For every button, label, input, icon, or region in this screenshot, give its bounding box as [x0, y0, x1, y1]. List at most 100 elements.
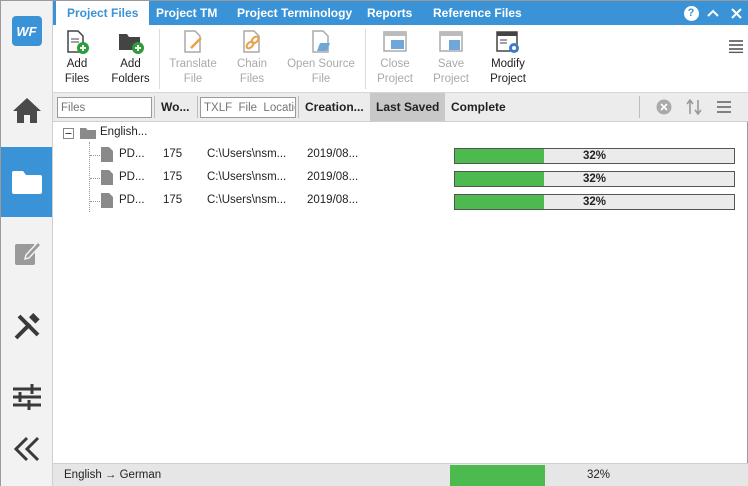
tree-connector [90, 155, 100, 156]
overall-progress-bar: 32% [450, 465, 747, 486]
close-icon [730, 7, 742, 19]
close-button[interactable] [726, 1, 746, 25]
ribbon-separator [365, 29, 366, 89]
modify-project-label-1: Modify [491, 58, 525, 70]
tab-project-terminology[interactable]: Project Terminology [226, 1, 363, 25]
project-file-tree: English... PD... 175 C:\Users\nsm... 201… [53, 122, 748, 462]
close-project-button[interactable]: Close Project [371, 27, 419, 91]
file-word-count: 175 [163, 171, 183, 183]
open-source-file-icon [312, 30, 330, 53]
collapse-ribbon-button[interactable] [703, 1, 723, 25]
ribbon-menu-button[interactable] [729, 39, 743, 56]
file-word-count: 175 [163, 194, 183, 206]
file-progress-bar: 32% [454, 194, 735, 210]
modify-project-icon [496, 31, 519, 53]
close-project-label-1: Close [380, 58, 410, 70]
folder-icon [80, 126, 96, 142]
add-file-icon [67, 30, 89, 54]
file-icon [101, 170, 113, 188]
add-folders-label-2: Folders [111, 73, 150, 85]
left-sidebar: WF [1, 1, 53, 486]
save-project-label-1: Save [437, 58, 465, 70]
file-name: PD... [119, 171, 145, 183]
progress-label: 32% [582, 173, 607, 185]
add-folders-label-1: Add [120, 58, 141, 70]
tab-reference-files[interactable]: Reference Files [422, 1, 533, 25]
tab-project-tm[interactable]: Project TM [145, 1, 228, 25]
tab-reports[interactable]: Reports [356, 1, 423, 25]
txlf-location-filter-input[interactable] [200, 97, 296, 118]
status-bar: English → German 32% [53, 463, 748, 486]
modify-project-button[interactable]: Modify Project [483, 27, 533, 91]
file-word-count: 175 [163, 148, 183, 160]
column-complete[interactable]: Complete [445, 93, 635, 121]
file-icon [101, 193, 113, 211]
file-path: C:\Users\nsm... [207, 148, 287, 160]
translate-file-label-1: Translate [169, 58, 217, 70]
help-icon: ? [683, 5, 699, 21]
column-menu-button[interactable] [717, 101, 731, 116]
modify-project-label-2: Project [490, 73, 526, 85]
chain-files-label-2: Files [239, 73, 265, 85]
double-chevron-left-icon [13, 436, 39, 462]
tree-root-row[interactable]: English... [53, 122, 748, 144]
add-folder-icon [118, 34, 144, 54]
sidebar-collapse-button[interactable] [1, 419, 52, 479]
open-source-file-button[interactable]: Open Source File [284, 27, 358, 91]
ribbon-toolbar: Add Files Add Folders Translate File Cha… [53, 25, 748, 93]
collapse-toggle[interactable] [63, 128, 74, 142]
sidebar-item-settings[interactable] [1, 367, 52, 427]
file-icon [101, 147, 113, 165]
tree-connector [90, 201, 100, 202]
open-source-file-label-2: File [311, 73, 331, 85]
sidebar-item-edit[interactable] [1, 223, 52, 283]
tree-connector [90, 178, 100, 179]
file-progress-bar: 32% [454, 148, 735, 164]
help-button[interactable]: ? [681, 1, 701, 25]
sidebar-item-projects[interactable] [1, 147, 52, 217]
sliders-icon [12, 384, 41, 410]
hamburger-icon [729, 40, 743, 54]
chevron-up-icon [707, 9, 719, 17]
home-icon [12, 98, 41, 123]
save-project-button[interactable]: Save Project [427, 27, 475, 91]
translate-file-button[interactable]: Translate File [165, 27, 221, 91]
sort-icon [686, 98, 702, 116]
file-path: C:\Users\nsm... [207, 171, 287, 183]
chain-files-button[interactable]: Chain Files [229, 27, 275, 91]
column-creation[interactable]: Creation... [299, 93, 369, 121]
file-row[interactable]: PD... 175 C:\Users\nsm... 2019/08... 32% [53, 190, 748, 212]
ribbon-separator [159, 29, 160, 89]
sidebar-item-home[interactable] [1, 80, 52, 140]
tab-project-files[interactable]: Project Files [56, 1, 150, 25]
file-name: PD... [119, 194, 145, 206]
add-files-button[interactable]: Add Files [57, 27, 97, 91]
language-folder-label: English... [100, 126, 148, 138]
sort-button[interactable] [686, 98, 702, 118]
progress-label: 32% [582, 150, 607, 162]
save-project-label-2: Project [433, 73, 469, 85]
file-creation-date: 2019/08... [307, 194, 359, 206]
progress-label: 32% [582, 196, 607, 208]
sidebar-item-tools[interactable] [1, 297, 52, 357]
save-project-icon [439, 31, 463, 52]
file-path: C:\Users\nsm... [207, 194, 287, 206]
file-creation-date: 2019/08... [307, 171, 359, 183]
column-last-saved[interactable]: Last Saved [370, 93, 445, 121]
translate-file-icon [184, 30, 202, 53]
file-creation-date: 2019/08... [307, 148, 359, 160]
add-folders-button[interactable]: Add Folders [108, 27, 153, 91]
column-separator [639, 96, 640, 118]
close-project-icon [383, 31, 407, 52]
clear-filter-button[interactable] [656, 99, 672, 118]
minus-box-icon [63, 128, 74, 139]
chain-files-label-1: Chain [236, 58, 268, 70]
language-pair-label: English → German [64, 469, 162, 481]
column-words[interactable]: Wo... [155, 93, 197, 121]
files-filter-input[interactable] [57, 97, 152, 118]
tools-icon [14, 313, 40, 340]
app-logo: WF [1, 9, 52, 53]
overall-progress-label: 32% [586, 469, 611, 481]
file-row[interactable]: PD... 175 C:\Users\nsm... 2019/08... 32% [53, 144, 748, 166]
file-row[interactable]: PD... 175 C:\Users\nsm... 2019/08... 32% [53, 167, 748, 189]
